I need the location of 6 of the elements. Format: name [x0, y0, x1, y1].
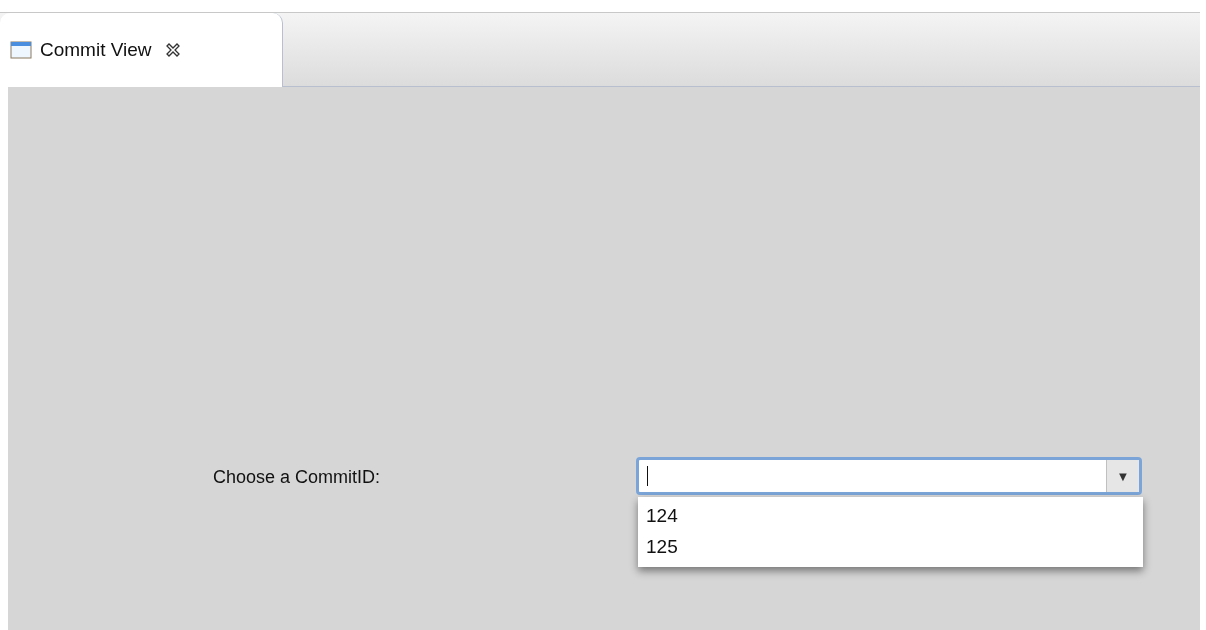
commit-combo-box[interactable]: ▼	[636, 457, 1142, 495]
view-tab[interactable]: Commit View	[0, 13, 283, 87]
dropdown-option[interactable]: 124	[638, 501, 1143, 532]
window-icon	[10, 40, 32, 60]
field-label: Choose a CommitID:	[213, 466, 382, 488]
dropdown-option[interactable]: 125	[638, 532, 1143, 563]
